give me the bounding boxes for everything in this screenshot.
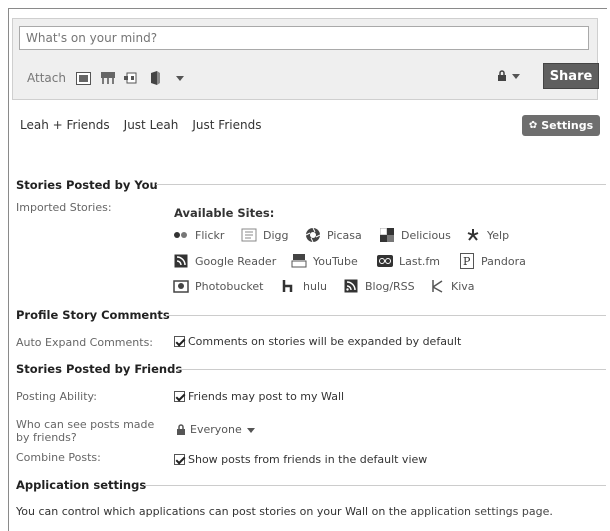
auto-expand-checkbox[interactable]: Comments on stories will be expanded by … [174,335,461,348]
divider [156,184,606,185]
photobucket-icon [172,279,190,293]
tab-just-leah[interactable]: Just Leah [124,118,179,132]
chevron-down-icon [246,427,255,433]
application-settings-link[interactable]: application settings page [410,505,549,518]
lastfm-icon [376,254,394,268]
share-button[interactable]: Share [543,63,599,89]
combine-posts-label: Combine Posts: [16,451,101,464]
site-blog-rss[interactable]: Blog/RSS [342,279,415,293]
lock-icon [177,424,185,435]
who-can-see-selector[interactable]: Everyone [176,423,256,436]
imported-stories-label: Imported Stories: [16,201,112,214]
flickr-icon [172,228,190,242]
pandora-icon: P [458,253,476,269]
available-sites-title: Available Sites: [174,206,275,220]
rss-icon [342,279,360,293]
event-icon[interactable] [100,71,116,85]
svg-text:P: P [463,255,471,268]
site-flickr[interactable]: Flickr [172,228,224,242]
site-lastfm[interactable]: Last.fm [376,254,440,268]
site-youtube[interactable]: YouTube [290,254,358,268]
kiva-icon [428,279,446,293]
status-input[interactable] [19,26,589,50]
settings-button[interactable]: ✿ Settings [522,115,600,136]
divider [176,369,606,370]
tab-just-friends[interactable]: Just Friends [192,118,261,132]
checkbox[interactable] [174,454,185,465]
status-publisher: Attach Share [12,18,599,100]
section-heading-app-settings: Application settings [16,478,147,492]
posting-ability-checkbox[interactable]: Friends may post to my Wall [174,390,344,403]
attach-label: Attach [27,71,66,85]
site-kiva[interactable]: Kiva [428,279,475,293]
auto-expand-label: Auto Expand Comments: [16,336,154,349]
who-can-see-label: Who can see posts made by friends? [16,418,155,444]
hulu-icon [280,279,298,293]
tab-leah-friends[interactable]: Leah + Friends [20,118,110,132]
chevron-down-icon [512,73,520,79]
site-digg[interactable]: Digg [240,228,289,242]
combine-posts-checkbox[interactable]: Show posts from friends in the default v… [174,453,427,466]
gear-icon: ✿ [528,120,538,131]
posting-ability-label: Posting Ability: [16,390,97,403]
lock-icon [498,70,506,81]
video-icon[interactable] [123,71,140,85]
site-google-reader[interactable]: Google Reader [172,254,276,268]
checkbox[interactable] [174,336,185,347]
delicious-icon [378,228,396,242]
section-heading-by-friends: Stories Posted by Friends [16,362,183,376]
chevron-down-icon[interactable] [172,71,188,85]
google-reader-icon [172,254,190,268]
site-hulu[interactable]: hulu [280,279,327,293]
site-delicious[interactable]: Delicious [378,228,451,242]
site-pandora[interactable]: P Pandora [458,253,526,269]
picasa-icon [304,227,322,243]
section-heading-comments: Profile Story Comments [16,308,170,322]
divider [144,485,606,486]
photo-icon[interactable] [76,71,92,85]
app-settings-text: You can control which applications can p… [16,505,553,518]
note-icon[interactable] [148,71,164,85]
youtube-icon [290,254,308,268]
site-picasa[interactable]: Picasa [304,227,362,243]
attach-toolbar: Attach [27,69,196,87]
site-yelp[interactable]: Yelp [464,228,509,242]
settings-label: Settings [541,119,594,132]
privacy-selector[interactable] [497,70,521,81]
site-photobucket[interactable]: Photobucket [172,279,263,293]
section-heading-stories-by-you: Stories Posted by You [16,178,158,192]
wall-filter-tabs: Leah + Friends Just Leah Just Friends [20,118,261,132]
digg-icon [240,228,258,242]
yelp-icon [464,228,482,242]
checkbox[interactable] [174,391,185,402]
divider [166,315,606,316]
